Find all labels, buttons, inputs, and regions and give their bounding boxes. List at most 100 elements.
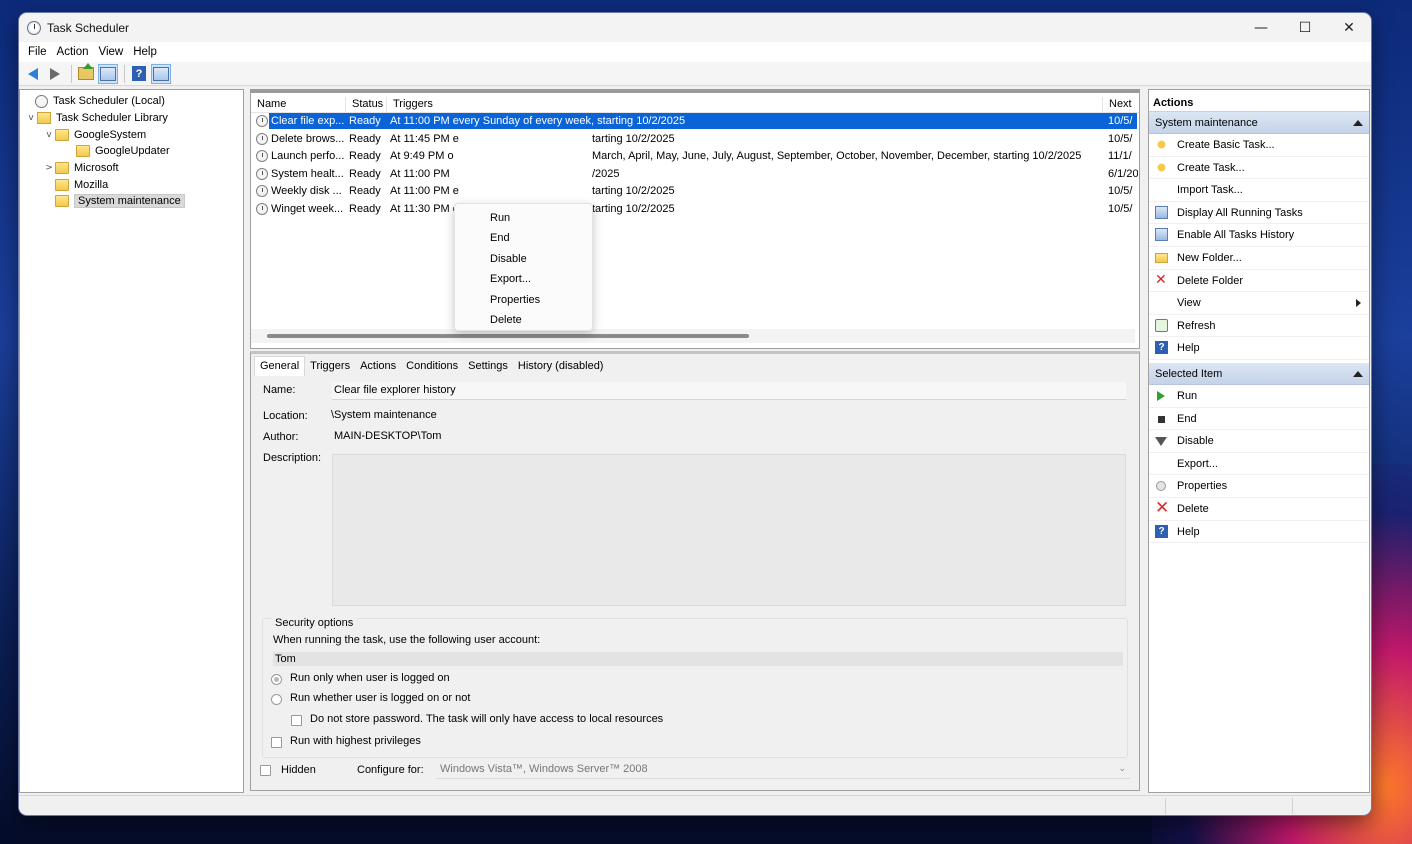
action-export[interactable]: Export... — [1149, 453, 1369, 476]
show-hide-console-tree-button[interactable] — [98, 63, 118, 84]
task-details-panel: General Triggers Actions Conditions Sett… — [250, 351, 1140, 791]
action-pane-icon — [153, 66, 169, 81]
action-properties[interactable]: Properties — [1149, 475, 1369, 498]
action-refresh[interactable]: Refresh — [1149, 315, 1369, 338]
tree-item-googlesystem[interactable]: v GoogleSystem — [20, 126, 243, 143]
menu-help[interactable]: Help — [128, 46, 162, 58]
tree-item-googleupdater[interactable]: GoogleUpdater — [20, 143, 243, 160]
horizontal-scrollbar-thumb[interactable] — [267, 334, 749, 338]
chevron-down-icon[interactable]: v — [43, 130, 55, 140]
actions-section-selected-item[interactable]: Selected Item — [1149, 362, 1369, 385]
context-menu-properties[interactable]: Properties — [455, 290, 592, 310]
action-enable-tasks-history[interactable]: Enable All Tasks History — [1149, 224, 1369, 247]
tree-item-local[interactable]: Task Scheduler (Local) — [20, 93, 243, 110]
help-button[interactable]: ? — [129, 64, 149, 84]
tree-item-library[interactable]: v Task Scheduler Library — [20, 110, 243, 127]
help-icon: ? — [132, 66, 146, 81]
name-field[interactable]: Clear file explorer history — [332, 382, 1126, 400]
hidden-checkbox[interactable] — [260, 765, 271, 776]
action-view[interactable]: View — [1149, 292, 1369, 315]
menu-file[interactable]: File — [23, 46, 52, 58]
help-icon: ? — [1155, 341, 1168, 355]
up-one-level-button[interactable] — [76, 63, 96, 84]
clock-icon — [35, 94, 48, 108]
action-label: New Folder... — [1177, 251, 1242, 264]
tree-item-label: Task Scheduler (Local) — [53, 95, 165, 108]
action-help-selected[interactable]: ? Help — [1149, 521, 1369, 544]
tab-actions[interactable]: Actions — [355, 357, 401, 376]
back-button[interactable] — [23, 64, 43, 84]
tab-settings[interactable]: Settings — [463, 357, 513, 376]
task-trigger: At 11:00 PM every Sunday of every week, … — [390, 115, 686, 127]
column-name[interactable]: Name — [251, 97, 346, 113]
task-trigger-start: At 11:00 PM — [390, 167, 450, 180]
chevron-down-icon: ⌄ — [1118, 764, 1126, 774]
forward-button[interactable] — [45, 64, 65, 84]
context-menu-run[interactable]: Run — [455, 208, 592, 228]
action-create-basic-task[interactable]: Create Basic Task... — [1149, 134, 1369, 157]
actions-section-system-maintenance[interactable]: System maintenance — [1149, 112, 1369, 134]
action-create-task[interactable]: Create Task... — [1149, 157, 1369, 180]
table-row[interactable]: Weekly disk ... Ready At 11:00 PM e tart… — [251, 183, 1139, 201]
table-row[interactable]: Winget week... Ready At 11:30 PM e tarti… — [251, 201, 1139, 219]
action-delete-folder[interactable]: ✕ Delete Folder — [1149, 270, 1369, 293]
highest-privileges-checkbox[interactable] — [271, 737, 282, 748]
tree-item-microsoft[interactable]: > Microsoft — [20, 160, 243, 177]
forward-arrow-icon — [50, 67, 60, 80]
collapse-icon[interactable] — [1353, 370, 1363, 377]
menu-action[interactable]: Action — [52, 46, 94, 58]
collapse-icon[interactable] — [1353, 120, 1363, 126]
tab-conditions[interactable]: Conditions — [401, 357, 463, 376]
column-status[interactable]: Status — [346, 97, 387, 113]
tree-item-system-maintenance[interactable]: System maintenance — [20, 193, 243, 210]
action-display-running-tasks[interactable]: Display All Running Tasks — [1149, 202, 1369, 225]
description-field[interactable] — [332, 454, 1126, 606]
column-next-run[interactable]: Next R — [1103, 97, 1137, 124]
do-not-store-password-checkbox[interactable] — [291, 715, 302, 726]
task-clock-icon — [256, 167, 268, 180]
menu-view[interactable]: View — [94, 46, 129, 58]
run-only-logged-on-label: Run only when user is logged on — [290, 672, 450, 684]
action-disable[interactable]: Disable — [1149, 430, 1369, 453]
action-delete[interactable]: ✕ Delete — [1149, 498, 1369, 521]
column-triggers[interactable]: Triggers — [387, 97, 1103, 113]
security-options-group: Security options When running the task, … — [262, 617, 1128, 758]
table-row[interactable]: System healt... Ready At 11:00 PM /2025 … — [251, 166, 1139, 184]
action-new-folder[interactable]: New Folder... — [1149, 247, 1369, 270]
chevron-right-icon[interactable]: > — [43, 163, 55, 173]
configure-for-select[interactable]: Windows Vista™, Windows Server™ 2008 ⌄ — [436, 761, 1130, 779]
tree-item-mozilla[interactable]: Mozilla — [20, 176, 243, 193]
context-menu-export[interactable]: Export... — [455, 269, 592, 289]
table-row[interactable]: Delete brows... Ready At 11:45 PM e tart… — [251, 131, 1139, 149]
action-import-task[interactable]: Import Task... — [1149, 179, 1369, 202]
action-help[interactable]: ? Help — [1149, 337, 1369, 360]
task-next-run: 11/1/ — [1108, 150, 1132, 163]
maximize-button[interactable]: ☐ — [1283, 13, 1327, 42]
action-end[interactable]: End — [1149, 408, 1369, 431]
show-hide-action-pane-button[interactable] — [151, 63, 171, 84]
context-menu-disable[interactable]: Disable — [455, 249, 592, 269]
run-only-logged-on-radio[interactable] — [271, 674, 282, 685]
tab-general[interactable]: General — [254, 356, 306, 376]
tree-item-label: Mozilla — [74, 178, 109, 191]
minimize-button[interactable]: — — [1239, 13, 1283, 42]
run-whether-logged-on-radio[interactable] — [271, 694, 282, 705]
author-value: MAIN-DESKTOP\Tom — [334, 430, 442, 442]
account-prompt: When running the task, use the following… — [273, 634, 541, 646]
action-run[interactable]: Run — [1149, 385, 1369, 408]
table-row[interactable]: Clear file exp... Ready At 11:00 PM ever… — [251, 113, 1139, 131]
window-title: Task Scheduler — [47, 20, 130, 35]
tab-triggers[interactable]: Triggers — [305, 357, 355, 376]
context-menu-delete[interactable]: Delete — [455, 310, 592, 330]
tab-history[interactable]: History (disabled) — [513, 357, 609, 376]
submenu-arrow-icon — [1356, 299, 1361, 308]
hidden-label: Hidden — [281, 764, 316, 776]
context-menu-end[interactable]: End — [455, 228, 592, 248]
actions-splitter[interactable] — [1140, 89, 1148, 793]
close-button[interactable]: ✕ — [1327, 13, 1371, 42]
table-row[interactable]: Launch perfo... Ready At 9:49 PM o March… — [251, 148, 1139, 166]
chevron-down-icon[interactable]: v — [25, 113, 37, 123]
library-folder-icon — [37, 112, 51, 125]
action-label: Import Task... — [1177, 184, 1243, 197]
task-trigger-rest: /2025 — [592, 167, 620, 180]
